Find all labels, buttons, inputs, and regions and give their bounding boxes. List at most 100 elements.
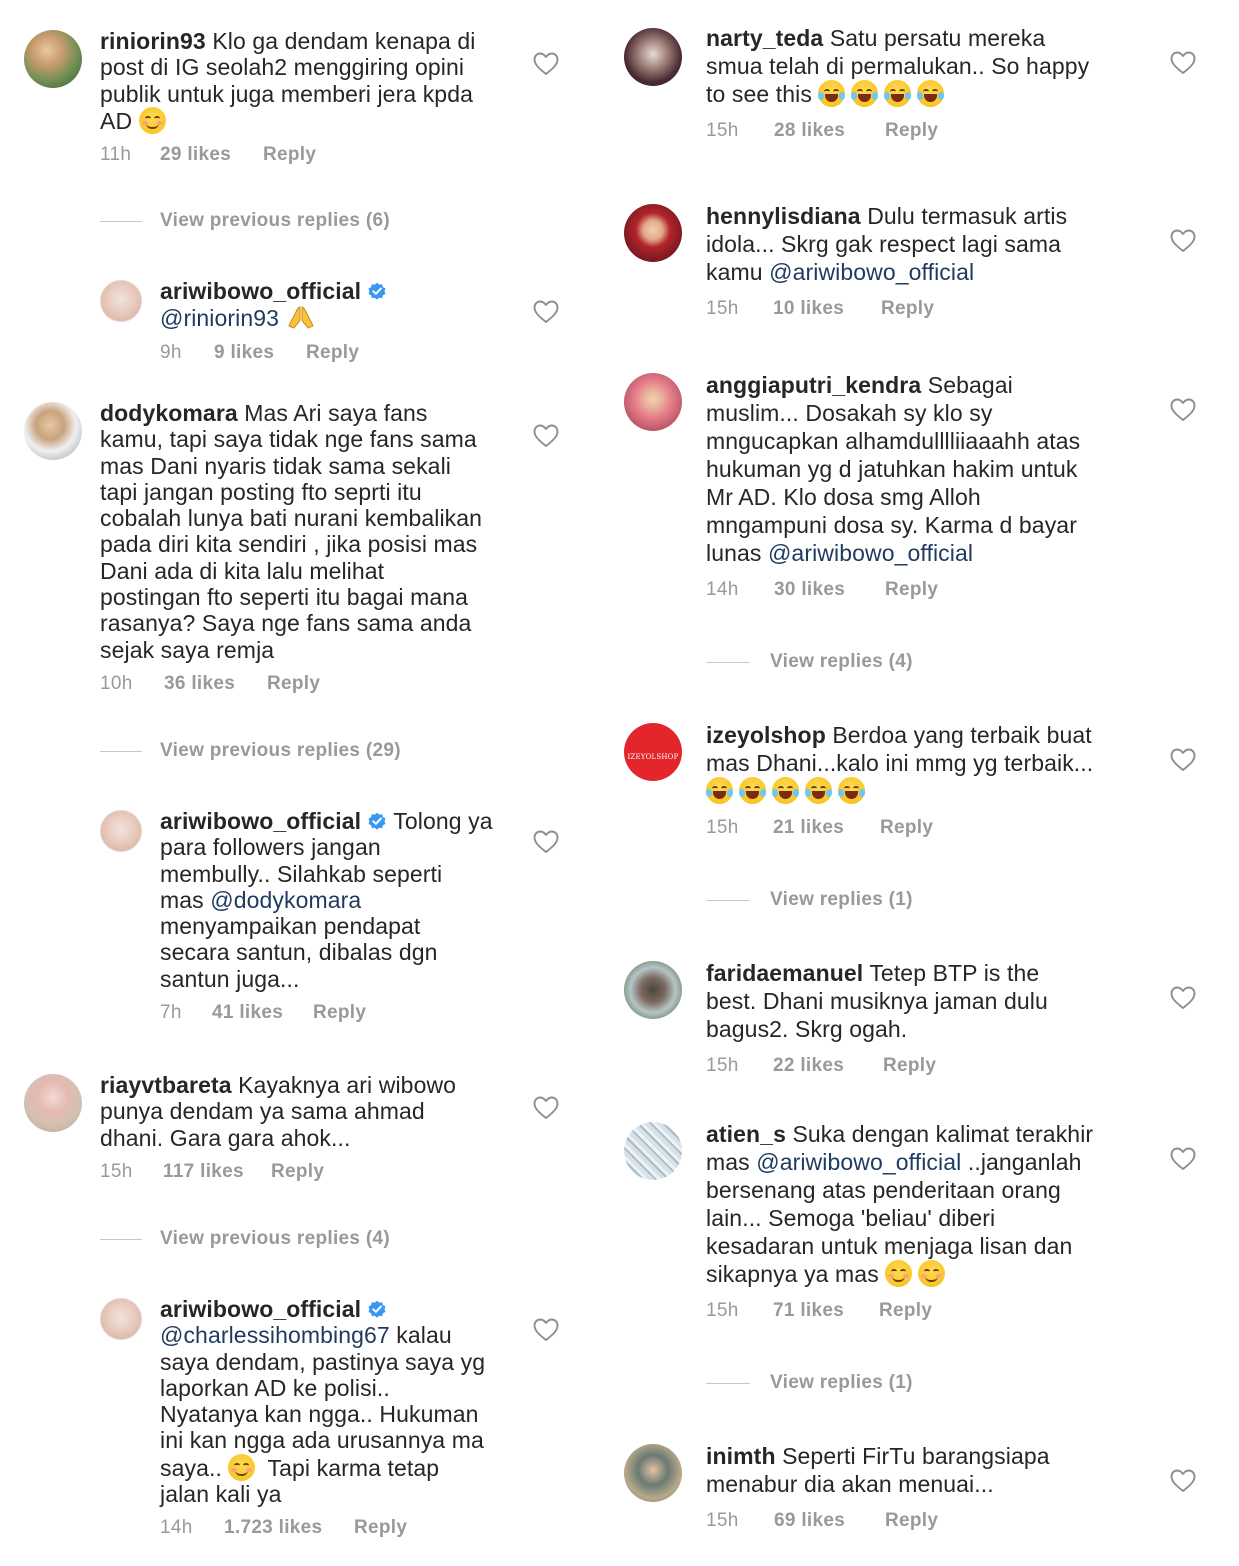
username[interactable]: riayvtbareta bbox=[100, 1072, 232, 1098]
like-heart-icon[interactable] bbox=[1170, 748, 1196, 772]
likes-count[interactable]: 9 likes bbox=[214, 342, 306, 364]
comment-meta: 14h 30 likes Reply bbox=[706, 579, 1146, 601]
like-heart-icon[interactable] bbox=[1170, 229, 1196, 253]
avatar[interactable] bbox=[624, 28, 682, 86]
like-heart-icon[interactable] bbox=[1170, 398, 1196, 422]
like-heart-icon[interactable] bbox=[1170, 51, 1196, 75]
username[interactable]: izeyolshop bbox=[706, 722, 826, 748]
avatar-logo-text: IZEYOLSHOP bbox=[627, 753, 679, 761]
like-heart-icon[interactable] bbox=[533, 1318, 559, 1342]
reply-button[interactable]: Reply bbox=[313, 1002, 366, 1024]
view-previous-replies-button[interactable]: View previous replies (6) bbox=[100, 210, 390, 232]
username[interactable]: riniorin93 bbox=[100, 28, 206, 54]
reply-button[interactable]: Reply bbox=[885, 579, 938, 601]
avatar[interactable] bbox=[100, 1298, 142, 1340]
verified-badge-icon bbox=[367, 811, 387, 831]
avatar[interactable] bbox=[624, 961, 682, 1019]
reply-button[interactable]: Reply bbox=[263, 144, 316, 166]
comment-meta: 14h 1.723 likes Reply bbox=[160, 1517, 520, 1539]
reply-button[interactable]: Reply bbox=[354, 1517, 407, 1539]
reply-button[interactable]: Reply bbox=[880, 817, 933, 839]
view-previous-replies-button[interactable]: View previous replies (4) bbox=[100, 1228, 390, 1250]
comment-text: narty_teda Satu persatu mereka smua tela… bbox=[706, 25, 1090, 107]
like-heart-icon[interactable] bbox=[1170, 1147, 1196, 1171]
username[interactable]: ariwibowo_official bbox=[160, 1296, 361, 1322]
likes-count[interactable]: 41 likes bbox=[212, 1002, 313, 1024]
username[interactable]: anggiaputri_kendra bbox=[706, 372, 921, 398]
mention-link[interactable]: @ariwibowo_official bbox=[768, 540, 973, 566]
avatar[interactable] bbox=[624, 1444, 682, 1502]
likes-count[interactable]: 71 likes bbox=[773, 1300, 879, 1322]
laughing-tears-emoji-icon bbox=[884, 80, 912, 107]
username[interactable]: ariwibowo_official bbox=[160, 808, 361, 834]
avatar[interactable] bbox=[624, 204, 682, 262]
reply-button[interactable]: Reply bbox=[881, 298, 934, 320]
avatar[interactable] bbox=[24, 402, 82, 460]
comment-text: hennylisdiana Dulu termasuk artis idola.… bbox=[706, 203, 1068, 285]
avatar[interactable]: IZEYOLSHOP bbox=[624, 723, 682, 781]
timestamp: 15h bbox=[706, 298, 739, 319]
avatar[interactable] bbox=[100, 810, 142, 852]
avatar[interactable] bbox=[624, 1122, 682, 1180]
likes-count[interactable]: 117 likes bbox=[163, 1161, 271, 1183]
view-replies-button[interactable]: View replies (1) bbox=[706, 889, 913, 911]
likes-count[interactable]: 28 likes bbox=[774, 120, 885, 142]
timestamp: 7h bbox=[160, 1002, 182, 1024]
timestamp: 15h bbox=[706, 1300, 739, 1321]
mention-link[interactable]: @dodykomara bbox=[210, 887, 361, 913]
like-heart-icon[interactable] bbox=[1170, 1469, 1196, 1493]
timestamp: 15h bbox=[100, 1160, 133, 1182]
comment-text: inimth Seperti FirTu barangsiapa menabur… bbox=[706, 1443, 1050, 1497]
laughing-tears-emoji-icon bbox=[739, 777, 766, 804]
likes-count[interactable]: 21 likes bbox=[773, 817, 880, 839]
likes-count[interactable]: 1.723 likes bbox=[224, 1517, 354, 1539]
mention-link[interactable]: @ariwibowo_official bbox=[756, 1149, 961, 1175]
reply-button[interactable]: Reply bbox=[271, 1161, 324, 1183]
reply-button[interactable]: Reply bbox=[885, 1510, 938, 1532]
reply-button[interactable]: Reply bbox=[879, 1300, 932, 1322]
view-previous-replies-button[interactable]: View previous replies (29) bbox=[100, 740, 401, 762]
username[interactable]: ariwibowo_official bbox=[160, 278, 361, 304]
username[interactable]: atien_s bbox=[706, 1121, 786, 1147]
like-heart-icon[interactable] bbox=[533, 830, 559, 854]
like-heart-icon[interactable] bbox=[533, 1096, 559, 1120]
username[interactable]: hennylisdiana bbox=[706, 203, 861, 229]
view-replies-button[interactable]: View replies (1) bbox=[706, 1372, 913, 1394]
comment-meta: 15h 10 likes Reply bbox=[706, 298, 1146, 320]
avatar[interactable] bbox=[624, 373, 682, 431]
likes-count[interactable]: 30 likes bbox=[774, 579, 885, 601]
comment-text: atien_s Suka dengan kalimat terakhir mas… bbox=[706, 1121, 1094, 1287]
left-comment-column: riniorin93 Klo ga dendam kenapa di post … bbox=[0, 0, 600, 1566]
avatar[interactable] bbox=[24, 1074, 82, 1132]
comment-meta: 15h 21 likes Reply bbox=[706, 817, 1146, 839]
view-replies-button[interactable]: View replies (4) bbox=[706, 651, 913, 673]
like-heart-icon[interactable] bbox=[533, 300, 559, 324]
mention-link[interactable]: @ariwibowo_official bbox=[769, 259, 974, 285]
reply-button[interactable]: Reply bbox=[306, 342, 359, 364]
right-comment-column: narty_teda Satu persatu mereka smua tela… bbox=[604, 0, 1239, 1566]
likes-count[interactable]: 36 likes bbox=[164, 673, 267, 695]
comment-meta: 15h 22 likes Reply bbox=[706, 1055, 1146, 1077]
username[interactable]: dodykomara bbox=[100, 400, 238, 426]
likes-count[interactable]: 22 likes bbox=[773, 1055, 883, 1077]
like-heart-icon[interactable] bbox=[533, 424, 559, 448]
mention-link[interactable]: @riniorin93 bbox=[160, 305, 279, 331]
reply-button[interactable]: Reply bbox=[885, 120, 938, 142]
like-heart-icon[interactable] bbox=[533, 52, 559, 76]
likes-count[interactable]: 69 likes bbox=[774, 1510, 885, 1532]
reply-button[interactable]: Reply bbox=[267, 673, 320, 695]
avatar[interactable] bbox=[100, 280, 142, 322]
username[interactable]: inimth bbox=[706, 1443, 776, 1469]
username[interactable]: faridaemanuel bbox=[706, 960, 863, 986]
timestamp: 15h bbox=[706, 120, 739, 141]
reply-button[interactable]: Reply bbox=[883, 1055, 936, 1077]
avatar[interactable] bbox=[24, 30, 82, 88]
comment-text: faridaemanuel Tetep BTP is the best. Dha… bbox=[706, 960, 1048, 1042]
laughing-tears-emoji-icon bbox=[772, 777, 799, 804]
smiling-face-emoji-icon bbox=[885, 1260, 913, 1287]
likes-count[interactable]: 10 likes bbox=[773, 298, 881, 320]
username[interactable]: narty_teda bbox=[706, 25, 823, 51]
mention-link[interactable]: @charlessihombing67 bbox=[160, 1322, 390, 1348]
like-heart-icon[interactable] bbox=[1170, 986, 1196, 1010]
likes-count[interactable]: 29 likes bbox=[160, 144, 263, 166]
